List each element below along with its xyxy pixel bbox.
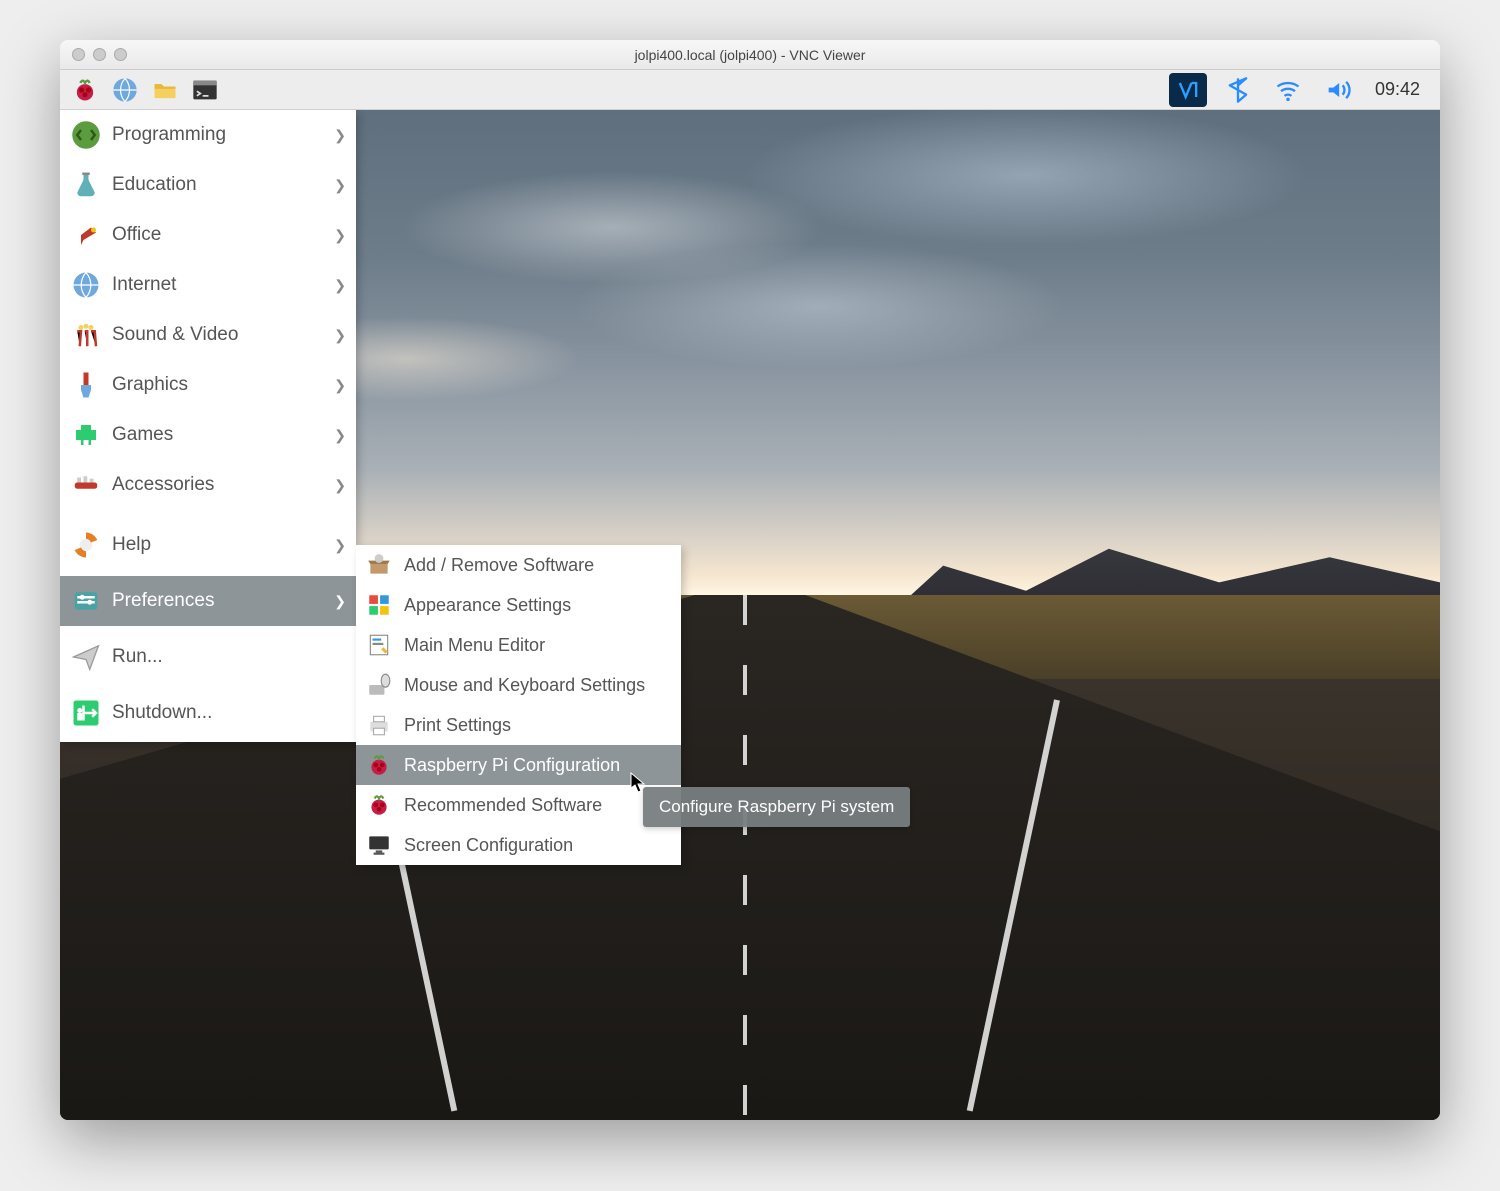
exit-icon bbox=[68, 695, 104, 731]
submenu-item-screen-configuration[interactable]: Screen Configuration bbox=[356, 825, 681, 865]
menu-item-run[interactable]: Run... bbox=[60, 632, 356, 682]
bluetooth-tray-icon[interactable] bbox=[1219, 73, 1257, 107]
knife-icon bbox=[68, 467, 104, 503]
window-title: jolpi400.local (jolpi400) - VNC Viewer bbox=[60, 47, 1440, 63]
lamp-icon bbox=[68, 217, 104, 253]
submenu-item-appearance-settings[interactable]: Appearance Settings bbox=[356, 585, 681, 625]
menu-item-label: Preferences bbox=[112, 590, 214, 612]
menu-item-preferences[interactable]: Preferences ❯ bbox=[60, 576, 356, 626]
file-manager-button[interactable] bbox=[146, 73, 184, 107]
submenu-item-mouse-and-keyboard-settings[interactable]: Mouse and Keyboard Settings bbox=[356, 665, 681, 705]
box-icon bbox=[364, 550, 394, 580]
sliders-icon bbox=[68, 583, 104, 619]
menu-item-label: Programming bbox=[112, 124, 226, 146]
volume-tray-icon[interactable] bbox=[1319, 73, 1357, 107]
menu-item-label: Office bbox=[112, 224, 161, 246]
menu-item-label: Graphics bbox=[112, 374, 188, 396]
printer-icon bbox=[364, 710, 394, 740]
menu-item-help[interactable]: Help ❯ bbox=[60, 520, 356, 570]
web-browser-button[interactable] bbox=[106, 73, 144, 107]
menu-item-label: Education bbox=[112, 174, 197, 196]
menu-item-label: Help bbox=[112, 534, 151, 556]
mouse-cursor-icon bbox=[630, 772, 646, 794]
vnc-tray-icon[interactable] bbox=[1169, 73, 1207, 107]
globe-icon bbox=[68, 267, 104, 303]
chevron-right-icon: ❯ bbox=[334, 477, 346, 494]
menu-item-sound-video[interactable]: Sound & Video ❯ bbox=[60, 310, 356, 360]
chevron-right-icon: ❯ bbox=[334, 277, 346, 294]
remote-desktop: 09:42 Programming❯Education❯Office❯Inter… bbox=[60, 70, 1440, 1120]
menu-item-graphics[interactable]: Graphics ❯ bbox=[60, 360, 356, 410]
menu-item-programming[interactable]: Programming ❯ bbox=[60, 110, 356, 160]
clock[interactable]: 09:42 bbox=[1369, 79, 1426, 100]
application-menu: Programming❯Education❯Office❯Internet❯So… bbox=[60, 110, 356, 742]
invader-icon bbox=[68, 417, 104, 453]
menu-item-internet[interactable]: Internet ❯ bbox=[60, 260, 356, 310]
raspberry-icon bbox=[364, 750, 394, 780]
chevron-right-icon: ❯ bbox=[334, 177, 346, 194]
brush-icon bbox=[68, 367, 104, 403]
menu-item-education[interactable]: Education ❯ bbox=[60, 160, 356, 210]
flask-icon bbox=[68, 167, 104, 203]
preferences-submenu: Add / Remove Software Appearance Settings… bbox=[356, 545, 681, 865]
wifi-tray-icon[interactable] bbox=[1269, 73, 1307, 107]
menu-item-label: Shutdown... bbox=[112, 702, 212, 724]
menu-item-label: Screen Configuration bbox=[404, 835, 573, 856]
chevron-right-icon: ❯ bbox=[334, 427, 346, 444]
menu-item-label: Accessories bbox=[112, 474, 214, 496]
menu-item-accessories[interactable]: Accessories ❯ bbox=[60, 460, 356, 510]
submenu-item-print-settings[interactable]: Print Settings bbox=[356, 705, 681, 745]
editor-icon bbox=[364, 630, 394, 660]
menu-item-label: Sound & Video bbox=[112, 324, 238, 346]
paperplane-icon bbox=[68, 639, 104, 675]
menu-item-label: Print Settings bbox=[404, 715, 511, 736]
menu-item-label: Add / Remove Software bbox=[404, 555, 594, 576]
menu-item-label: Run... bbox=[112, 646, 163, 668]
menu-item-label: Internet bbox=[112, 274, 176, 296]
lifebuoy-icon bbox=[68, 527, 104, 563]
raspberry-icon bbox=[364, 790, 394, 820]
tooltip: Configure Raspberry Pi system bbox=[643, 787, 910, 827]
palette-icon bbox=[364, 590, 394, 620]
chevron-right-icon: ❯ bbox=[334, 127, 346, 144]
taskbar: 09:42 bbox=[60, 70, 1440, 110]
menu-item-label: Main Menu Editor bbox=[404, 635, 545, 656]
menu-item-label: Mouse and Keyboard Settings bbox=[404, 675, 645, 696]
chevron-right-icon: ❯ bbox=[334, 537, 346, 554]
chevron-right-icon: ❯ bbox=[334, 593, 346, 610]
mac-titlebar: jolpi400.local (jolpi400) - VNC Viewer bbox=[60, 40, 1440, 70]
code-icon bbox=[68, 117, 104, 153]
menu-item-shutdown[interactable]: Shutdown... bbox=[60, 688, 356, 738]
submenu-item-main-menu-editor[interactable]: Main Menu Editor bbox=[356, 625, 681, 665]
menu-item-games[interactable]: Games ❯ bbox=[60, 410, 356, 460]
menu-item-office[interactable]: Office ❯ bbox=[60, 210, 356, 260]
vnc-window: jolpi400.local (jolpi400) - VNC Viewer bbox=[60, 40, 1440, 1120]
monitor-icon bbox=[364, 830, 394, 860]
terminal-button[interactable] bbox=[186, 73, 224, 107]
menu-item-label: Raspberry Pi Configuration bbox=[404, 755, 620, 776]
submenu-item-add-remove-software[interactable]: Add / Remove Software bbox=[356, 545, 681, 585]
menu-item-label: Appearance Settings bbox=[404, 595, 571, 616]
menu-item-label: Games bbox=[112, 424, 173, 446]
mouse-icon bbox=[364, 670, 394, 700]
chevron-right-icon: ❯ bbox=[334, 327, 346, 344]
menu-item-label: Recommended Software bbox=[404, 795, 602, 816]
popcorn-icon bbox=[68, 317, 104, 353]
raspberry-menu-button[interactable] bbox=[66, 73, 104, 107]
chevron-right-icon: ❯ bbox=[334, 377, 346, 394]
chevron-right-icon: ❯ bbox=[334, 227, 346, 244]
